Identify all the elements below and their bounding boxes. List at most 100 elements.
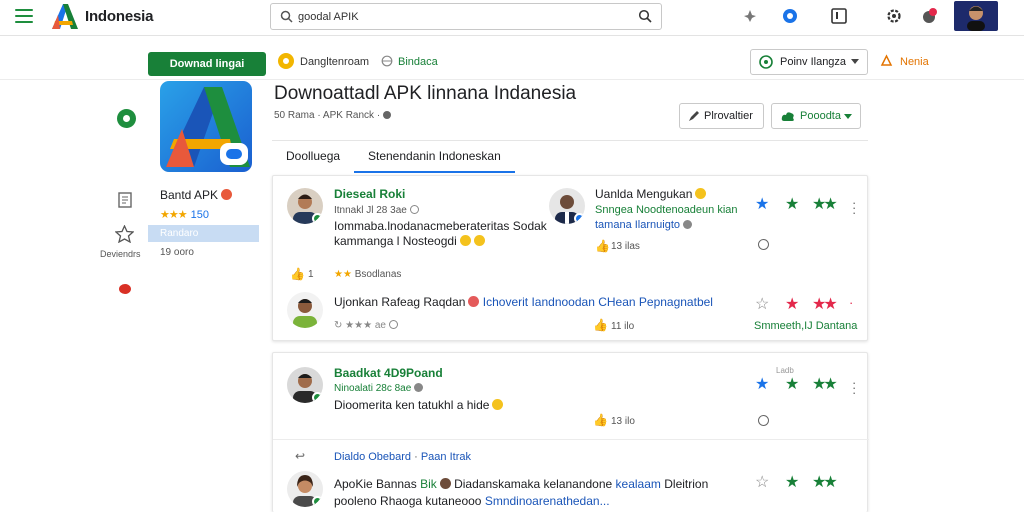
search-submit-icon[interactable] xyxy=(638,9,652,23)
review-text: pooleno Rhaoga kutaneooo Smndinoarenathe… xyxy=(334,494,610,508)
review-meta: Snngea Noodtenoadeun kian xyxy=(595,204,738,216)
rail-red-icon[interactable] xyxy=(119,284,131,294)
star-icon[interactable]: ★★ xyxy=(812,197,838,213)
review-text: Iommaba.lnodanacmeberateritas Sodak xyxy=(334,219,547,233)
cloud-icon xyxy=(781,112,794,121)
search-bar[interactable] xyxy=(270,3,662,30)
review-text-line2: kammanga l Nosteogdi xyxy=(334,234,485,248)
thumb-up-icon[interactable]: 👍 xyxy=(290,267,305,281)
toolbar-item-one[interactable]: Dangltenroam xyxy=(300,56,369,68)
emoji-icon xyxy=(492,399,504,410)
share-button[interactable]: Pooodta xyxy=(771,103,861,129)
search-input[interactable] xyxy=(298,7,628,26)
review-headline: Ujonkan Rafeag Raqdan Ichoverit Iandnood… xyxy=(334,295,713,309)
reviewer-avatar[interactable] xyxy=(287,188,323,224)
emoji-icon xyxy=(468,296,480,307)
page-meta: 50 Rama · APK Ranck · xyxy=(274,110,391,121)
menu-icon[interactable] xyxy=(15,9,33,23)
star-icon[interactable]: ★★ xyxy=(812,475,838,491)
info-icon xyxy=(683,220,693,229)
provider-label: Plrovaltier xyxy=(704,110,753,122)
top-app-bar: Indonesia xyxy=(0,0,1024,36)
search-icon xyxy=(280,10,293,23)
reviewer-avatar[interactable] xyxy=(549,188,585,224)
thumb-up-icon[interactable]: 👍 xyxy=(593,413,608,427)
more-icon[interactable]: · · · xyxy=(852,376,856,399)
more-icon[interactable]: · · · xyxy=(852,196,856,219)
star-icon[interactable]: ★ xyxy=(785,197,799,213)
app-size: 19 ooro xyxy=(160,247,194,258)
tab-reviews[interactable]: Stenendanin Indoneskan xyxy=(354,141,515,173)
star-icon[interactable]: ★★ xyxy=(812,297,838,313)
star-icon[interactable]: ★ xyxy=(785,475,799,491)
reviewer-avatar[interactable] xyxy=(287,292,323,328)
sub-toolbar: Downad lingai Dangltenroam Bindaca Poinv… xyxy=(0,40,1024,80)
reviewer-name[interactable]: Dieseal Roki xyxy=(334,187,405,201)
reply-arrow-icon[interactable]: ↩ xyxy=(295,449,305,463)
star-icon[interactable]: ★ xyxy=(755,377,769,393)
review-card: Dieseal Roki Itnnakl Jl 28 3ae Iommaba.l… xyxy=(272,175,868,341)
review-text: Dioomerita ken tatukhl a hide xyxy=(334,398,504,412)
reviewer-name[interactable]: Uanlda Mengukan xyxy=(595,187,707,201)
settings-icon[interactable] xyxy=(885,7,903,25)
star-outline-icon[interactable]: ☆ xyxy=(755,297,769,313)
clock-icon xyxy=(409,205,419,214)
apps-square-icon[interactable] xyxy=(830,7,848,25)
star-outline-icon[interactable] xyxy=(115,225,134,243)
emoji-icon xyxy=(695,188,707,199)
thumb-up-icon[interactable]: 👍 xyxy=(593,318,608,332)
notification-icon[interactable] xyxy=(920,7,938,25)
divider xyxy=(273,439,869,440)
reviewer-name[interactable]: Baadkat 4D9Poand xyxy=(334,366,443,380)
app-icon xyxy=(160,81,252,172)
document-icon[interactable] xyxy=(117,192,133,208)
globe-icon xyxy=(381,55,393,67)
star-icon[interactable]: ★ xyxy=(755,197,769,213)
coin-icon xyxy=(278,53,294,69)
app-logo-icon xyxy=(52,4,78,29)
region-dropdown[interactable]: Poinv Ilangza xyxy=(750,49,868,75)
like-count: 1 xyxy=(308,269,314,280)
like-count: 13 ilas xyxy=(611,241,640,252)
account-circle-icon[interactable] xyxy=(781,7,799,25)
toolbar-item-two[interactable]: Bindaca xyxy=(398,56,438,68)
app-name: Bantd APK xyxy=(160,188,233,202)
thumb-up-icon[interactable]: 👍 xyxy=(595,239,610,253)
region-label: Poinv Ilangza xyxy=(780,56,847,68)
info-icon xyxy=(388,320,398,329)
review-meta-line2: tamana Ilarnuigto xyxy=(595,219,693,231)
emoji-icon xyxy=(221,189,233,200)
review-tag: Ladb xyxy=(776,366,794,375)
edit-icon xyxy=(689,111,699,121)
star-icon[interactable]: ★ xyxy=(785,377,799,393)
user-avatar[interactable] xyxy=(954,1,998,31)
chevron-down-icon xyxy=(851,59,859,64)
reply-icon[interactable] xyxy=(758,239,769,250)
reviewer-avatar[interactable] xyxy=(287,367,323,403)
help-link[interactable]: Nenia xyxy=(900,56,929,68)
review-meta: ↻ ★★★ ae xyxy=(334,320,398,331)
star-outline-icon[interactable]: ☆ xyxy=(755,475,769,491)
app-selected-item[interactable]: Randaro xyxy=(148,225,259,242)
bulb-icon xyxy=(880,54,893,66)
emoji-icon xyxy=(459,235,471,246)
pin-icon[interactable] xyxy=(741,7,759,25)
status-dot-icon[interactable] xyxy=(117,109,136,128)
info-icon xyxy=(382,111,391,119)
emoji-icon xyxy=(473,235,485,246)
tab-overview[interactable]: Doolluega xyxy=(286,141,340,173)
reply-icon[interactable] xyxy=(758,415,769,426)
page-title: Downoattadl APK linnana Indanesia xyxy=(274,83,577,104)
star-icon[interactable]: ★★ xyxy=(812,377,838,393)
review-footer: Smmeeth,IJ Dantana xyxy=(754,320,858,332)
download-button[interactable]: Downad lingai xyxy=(148,52,266,76)
like-count: 13 ilo xyxy=(611,416,635,427)
more-icon[interactable]: · xyxy=(849,296,853,309)
like-count: 11 ilo xyxy=(611,321,635,332)
reviewer-avatar[interactable] xyxy=(287,471,323,507)
provider-button[interactable]: Plrovaltier xyxy=(679,103,764,129)
share-label: Pooodta xyxy=(800,110,841,122)
star-icon[interactable]: ★ xyxy=(785,297,799,313)
chevron-down-icon xyxy=(844,114,852,119)
review-headline: ApoKie Bannas Bik Diadanskamaka kelanand… xyxy=(334,477,709,491)
